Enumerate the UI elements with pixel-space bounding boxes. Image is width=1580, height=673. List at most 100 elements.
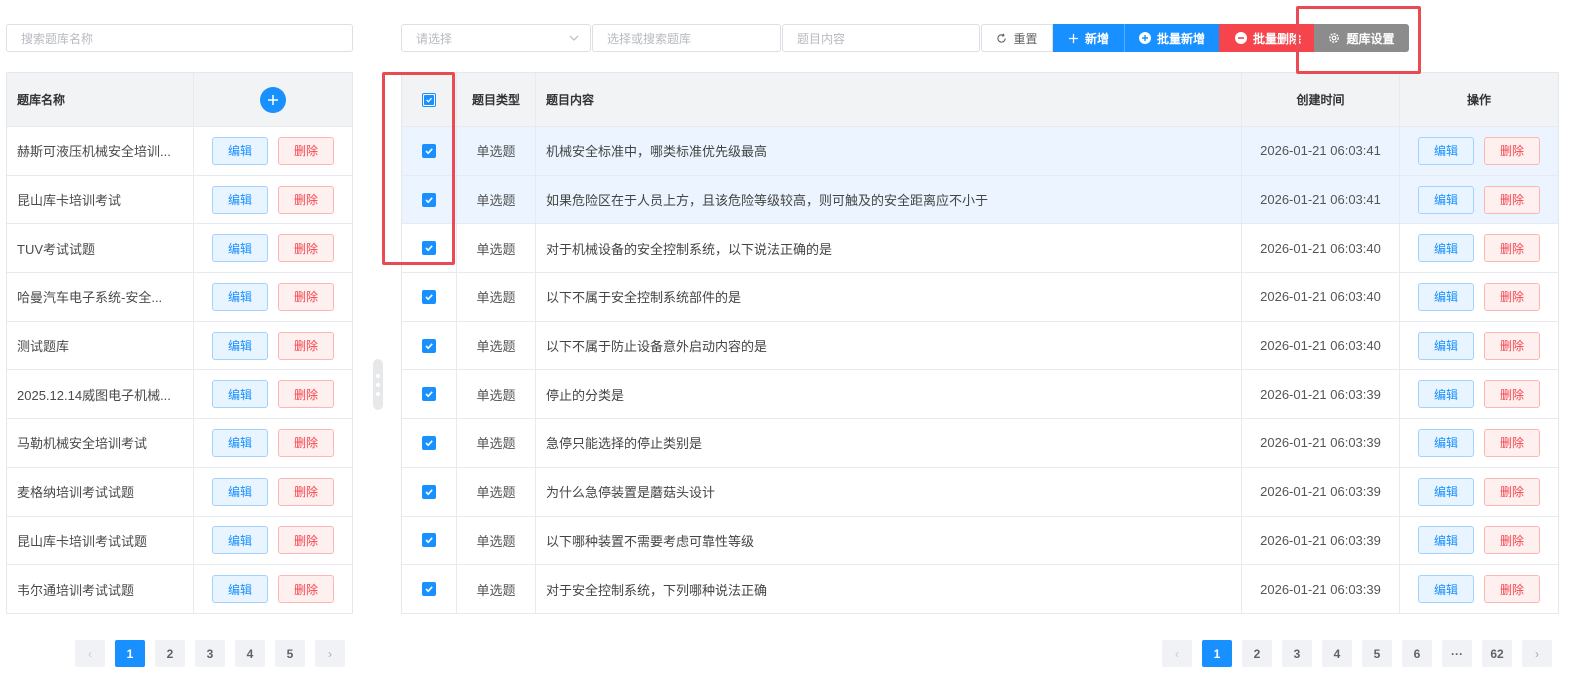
delete-library-button[interactable]: 删除 — [278, 575, 334, 604]
edit-library-button[interactable]: 编辑 — [212, 234, 268, 263]
library-row[interactable]: 哈曼汽车电子系统-安全... 编辑 删除 — [7, 273, 352, 322]
row-checkbox[interactable] — [422, 435, 436, 450]
delete-question-button[interactable]: 删除 — [1484, 282, 1540, 311]
question-row[interactable]: 单选题 急停只能选择的停止类别是 2026-01-21 06:03:39 编辑 删除 — [402, 419, 1558, 468]
add-library-button[interactable] — [260, 86, 286, 113]
delete-library-button[interactable]: 删除 — [278, 136, 334, 165]
question-row[interactable]: 单选题 对于安全控制系统，下列哪种说法正确 2026-01-21 06:03:39 编… — [402, 565, 1558, 614]
edit-library-button[interactable]: 编辑 — [212, 331, 268, 360]
question-row[interactable]: 单选题 为什么急停装置是蘑菇头设计 2026-01-21 06:03:39 编辑 删除 — [402, 467, 1558, 517]
delete-question-button[interactable]: 删除 — [1484, 331, 1540, 360]
library-row[interactable]: TUV考试试题 编辑 删除 — [7, 224, 352, 274]
question-next-button[interactable]: › — [1522, 640, 1552, 667]
library-page-button[interactable]: 4 — [235, 640, 265, 667]
question-page-button[interactable]: 4 — [1322, 640, 1352, 667]
library-row[interactable]: 测试题库 编辑 删除 — [7, 321, 352, 371]
edit-library-button[interactable]: 编辑 — [212, 428, 268, 457]
question-row[interactable]: 单选题 机械安全标准中，哪类标准优先级最高 2026-01-21 06:03:41 编… — [402, 127, 1558, 176]
delete-library-button[interactable]: 删除 — [278, 380, 334, 409]
edit-question-button[interactable]: 编辑 — [1418, 185, 1474, 214]
row-checkbox[interactable] — [422, 338, 436, 353]
library-row[interactable]: 韦尔通培训考试试题 编辑 删除 — [7, 565, 352, 614]
row-checkbox[interactable] — [422, 387, 436, 402]
library-row[interactable]: 昆山库卡培训考试试题 编辑 删除 — [7, 516, 352, 566]
question-row[interactable]: 单选题 对于机械设备的安全控制系统，以下说法正确的是 2026-01-21 06:0… — [402, 224, 1558, 274]
edit-library-button[interactable]: 编辑 — [212, 282, 268, 311]
library-row[interactable]: 2025.12.14威图电子机械... 编辑 删除 — [7, 370, 352, 420]
library-prev-button[interactable]: ‹ — [75, 640, 105, 667]
edit-question-button[interactable]: 编辑 — [1418, 477, 1474, 506]
delete-library-button[interactable]: 删除 — [278, 428, 334, 457]
edit-library-button[interactable]: 编辑 — [212, 477, 268, 506]
question-row[interactable]: 单选题 以下哪种装置不需要考虑可靠性等级 2026-01-21 06:03:39 编辑… — [402, 516, 1558, 566]
row-checkbox[interactable] — [422, 289, 436, 304]
edit-question-button[interactable]: 编辑 — [1418, 136, 1474, 165]
reset-button[interactable]: 重置 — [981, 24, 1053, 52]
edit-library-button[interactable]: 编辑 — [212, 526, 268, 555]
library-next-button[interactable]: › — [315, 640, 345, 667]
select-all-checkbox[interactable] — [422, 92, 436, 107]
question-prev-button[interactable]: ‹ — [1162, 640, 1192, 667]
delete-library-button[interactable]: 删除 — [278, 282, 334, 311]
question-page-button[interactable]: 1 — [1202, 640, 1232, 667]
library-row[interactable]: 昆山库卡培训考试 编辑 删除 — [7, 175, 352, 225]
row-checkbox[interactable] — [422, 582, 436, 597]
edit-library-button[interactable]: 编辑 — [212, 380, 268, 409]
drag-handle-icon[interactable] — [373, 359, 383, 410]
edit-question-button[interactable]: 编辑 — [1418, 526, 1474, 555]
library-select[interactable]: 选择或搜索题库 — [592, 24, 781, 52]
row-checkbox[interactable] — [422, 533, 436, 548]
row-checkbox[interactable] — [422, 484, 436, 499]
search-library-input[interactable]: 搜索题库名称 — [6, 24, 353, 52]
edit-question-button[interactable]: 编辑 — [1418, 575, 1474, 604]
library-page-button[interactable]: 1 — [115, 640, 145, 667]
edit-question-button[interactable]: 编辑 — [1418, 234, 1474, 263]
delete-question-button[interactable]: 删除 — [1484, 234, 1540, 263]
edit-question-button[interactable]: 编辑 — [1418, 380, 1474, 409]
delete-question-button[interactable]: 删除 — [1484, 526, 1540, 555]
delete-library-button[interactable]: 删除 — [278, 234, 334, 263]
delete-question-button[interactable]: 删除 — [1484, 477, 1540, 506]
edit-question-button[interactable]: 编辑 — [1418, 331, 1474, 360]
delete-question-button[interactable]: 删除 — [1484, 136, 1540, 165]
library-row[interactable]: 马勒机械安全培训考试 编辑 删除 — [7, 419, 352, 468]
library-row[interactable]: 赫斯可液压机械安全培训... 编辑 删除 — [7, 127, 352, 176]
library-page-button[interactable]: 3 — [195, 640, 225, 667]
question-page-button[interactable]: 62 — [1482, 640, 1512, 667]
question-page-button[interactable]: 2 — [1242, 640, 1272, 667]
edit-library-button[interactable]: 编辑 — [212, 575, 268, 604]
delete-question-button[interactable]: 删除 — [1484, 185, 1540, 214]
batch-delete-button[interactable]: 批量删除 — [1219, 24, 1314, 52]
library-row[interactable]: 麦格纳培训考试试题 编辑 删除 — [7, 467, 352, 517]
library-page-button[interactable]: 5 — [275, 640, 305, 667]
delete-library-button[interactable]: 删除 — [278, 185, 334, 214]
add-button[interactable]: 新增 — [1053, 24, 1124, 52]
row-checkbox[interactable] — [422, 192, 436, 207]
delete-library-button[interactable]: 删除 — [278, 477, 334, 506]
content-input[interactable]: 题目内容 — [782, 24, 980, 52]
question-row[interactable]: 单选题 以下不属于安全控制系统部件的是 2026-01-21 06:03:40 编辑删… — [402, 273, 1558, 322]
edit-library-button[interactable]: 编辑 — [212, 136, 268, 165]
delete-question-button[interactable]: 删除 — [1484, 575, 1540, 604]
question-row[interactable]: 单选题 停止的分类是 2026-01-21 06:03:39 编辑 删除 — [402, 370, 1558, 420]
edit-question-button[interactable]: 编辑 — [1418, 428, 1474, 457]
library-settings-button[interactable]: 题库设置 — [1314, 24, 1409, 52]
delete-library-button[interactable]: 删除 — [278, 526, 334, 555]
question-page-button[interactable]: 6 — [1402, 640, 1432, 667]
question-page-button[interactable]: ··· — [1442, 640, 1472, 667]
question-page-button[interactable]: 3 — [1282, 640, 1312, 667]
type-select[interactable]: 请选择 — [401, 24, 591, 52]
delete-library-button[interactable]: 删除 — [278, 331, 334, 360]
question-row[interactable]: 单选题 如果危险区在于人员上方，且该危险等级较高，则可触及的安全距离应不小于 202… — [402, 175, 1558, 225]
plus-icon — [268, 94, 278, 105]
question-row[interactable]: 单选题 以下不属于防止设备意外启动内容的是 2026-01-21 06:03:40 编… — [402, 321, 1558, 371]
question-page-button[interactable]: 5 — [1362, 640, 1392, 667]
batch-add-button[interactable]: 批量新增 — [1124, 24, 1219, 52]
delete-question-button[interactable]: 删除 — [1484, 380, 1540, 409]
edit-library-button[interactable]: 编辑 — [212, 185, 268, 214]
row-checkbox[interactable] — [422, 143, 436, 158]
library-page-button[interactable]: 2 — [155, 640, 185, 667]
delete-question-button[interactable]: 删除 — [1484, 428, 1540, 457]
edit-question-button[interactable]: 编辑 — [1418, 282, 1474, 311]
row-checkbox[interactable] — [422, 241, 436, 256]
